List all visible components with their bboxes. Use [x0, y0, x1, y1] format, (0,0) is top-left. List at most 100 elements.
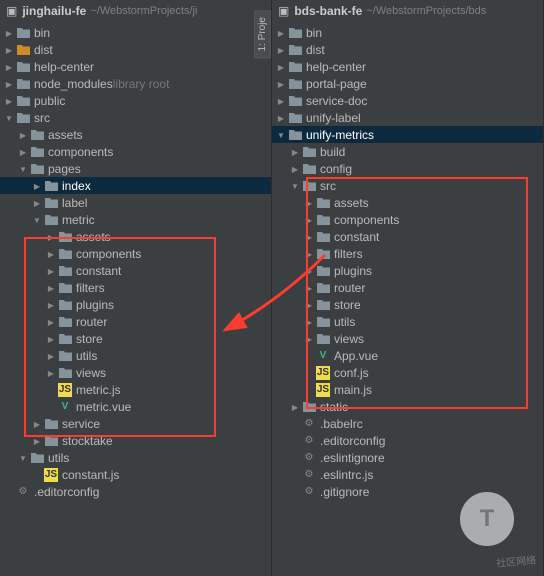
expand-arrow-icon[interactable]	[304, 215, 314, 225]
tree-node[interactable]: ⚙.editorconfig	[272, 432, 543, 449]
expand-arrow-icon[interactable]	[32, 215, 42, 225]
expand-arrow-icon[interactable]	[4, 28, 14, 38]
expand-arrow-icon[interactable]	[4, 113, 14, 123]
tree-node[interactable]: service-doc	[272, 92, 543, 109]
expand-arrow-icon[interactable]	[276, 45, 286, 55]
expand-arrow-icon[interactable]	[4, 96, 14, 106]
expand-arrow-icon[interactable]	[18, 147, 28, 157]
side-tab-project[interactable]: 1: Proje	[254, 10, 271, 58]
expand-arrow-icon[interactable]	[46, 300, 56, 310]
tree-node[interactable]: JSconstant.js	[0, 466, 271, 483]
tree-node[interactable]: utils	[0, 347, 271, 364]
expand-arrow-icon[interactable]	[304, 266, 314, 276]
expand-arrow-icon[interactable]	[304, 334, 314, 344]
tree-node[interactable]: ⚙.eslintignore	[272, 449, 543, 466]
tree-node[interactable]: components	[0, 143, 271, 160]
expand-arrow-icon[interactable]	[276, 113, 286, 123]
expand-arrow-icon[interactable]	[18, 453, 28, 463]
tree-node[interactable]: public	[0, 92, 271, 109]
tree-node[interactable]: unify-metrics	[272, 126, 543, 143]
tree-node[interactable]: assets	[0, 228, 271, 245]
tree-node[interactable]: build	[272, 143, 543, 160]
expand-arrow-icon[interactable]	[276, 62, 286, 72]
expand-arrow-icon[interactable]	[46, 232, 56, 242]
tree-node[interactable]: JSmetric.js	[0, 381, 271, 398]
expand-arrow-icon[interactable]	[46, 334, 56, 344]
tree-node[interactable]: ⚙.eslintrc.js	[272, 466, 543, 483]
expand-arrow-icon[interactable]	[32, 419, 42, 429]
tree-node[interactable]: src	[272, 177, 543, 194]
expand-arrow-icon[interactable]	[32, 198, 42, 208]
tree-node[interactable]: service	[0, 415, 271, 432]
expand-arrow-icon[interactable]	[276, 96, 286, 106]
expand-arrow-icon[interactable]	[46, 283, 56, 293]
tree-node[interactable]: dist	[272, 41, 543, 58]
tree-node[interactable]: store	[272, 296, 543, 313]
expand-arrow-icon[interactable]	[4, 62, 14, 72]
tree-node[interactable]: ⚙.gitignore	[272, 483, 543, 500]
expand-arrow-icon[interactable]	[46, 266, 56, 276]
expand-arrow-icon[interactable]	[304, 317, 314, 327]
expand-arrow-icon[interactable]	[46, 368, 56, 378]
project-header-right[interactable]: ▣ bds-bank-fe ~/WebstormProjects/bds	[272, 0, 543, 22]
tree-node[interactable]: JSmain.js	[272, 381, 543, 398]
expand-arrow-icon[interactable]	[276, 79, 286, 89]
tree-node[interactable]: views	[272, 330, 543, 347]
expand-arrow-icon[interactable]	[290, 181, 300, 191]
tree-node[interactable]: components	[0, 245, 271, 262]
expand-arrow-icon[interactable]	[304, 283, 314, 293]
expand-arrow-icon[interactable]	[18, 130, 28, 140]
tree-node[interactable]: assets	[0, 126, 271, 143]
tree-node[interactable]: portal-page	[272, 75, 543, 92]
expand-arrow-icon[interactable]	[290, 164, 300, 174]
expand-arrow-icon[interactable]	[290, 402, 300, 412]
tree-node[interactable]: plugins	[272, 262, 543, 279]
expand-arrow-icon[interactable]	[304, 232, 314, 242]
tree-node[interactable]: components	[272, 211, 543, 228]
tree-node[interactable]: Vmetric.vue	[0, 398, 271, 415]
tree-node[interactable]: bin	[0, 24, 271, 41]
tree-node[interactable]: ⚙.babelrc	[272, 415, 543, 432]
tree-node[interactable]: constant	[272, 228, 543, 245]
expand-arrow-icon[interactable]	[18, 164, 28, 174]
tree-node[interactable]: config	[272, 160, 543, 177]
tree-node[interactable]: filters	[272, 245, 543, 262]
project-header-left[interactable]: ▣ jinghailu-fe ~/WebstormProjects/ji	[0, 0, 271, 22]
tree-node[interactable]: static	[272, 398, 543, 415]
expand-arrow-icon[interactable]	[4, 45, 14, 55]
tree-node[interactable]: router	[272, 279, 543, 296]
expand-arrow-icon[interactable]	[32, 436, 42, 446]
expand-arrow-icon[interactable]	[4, 79, 14, 89]
tree-node[interactable]: router	[0, 313, 271, 330]
expand-arrow-icon[interactable]	[46, 351, 56, 361]
tree-node[interactable]: help-center	[272, 58, 543, 75]
tree-node[interactable]: views	[0, 364, 271, 381]
expand-arrow-icon[interactable]	[304, 249, 314, 259]
expand-arrow-icon[interactable]	[32, 181, 42, 191]
tree-node[interactable]: node_modules library root	[0, 75, 271, 92]
tree-node[interactable]: dist	[0, 41, 271, 58]
tree-node[interactable]: constant	[0, 262, 271, 279]
file-tree-left[interactable]: bindisthelp-centernode_modules library r…	[0, 22, 271, 502]
tree-node[interactable]: unify-label	[272, 109, 543, 126]
tree-node[interactable]: utils	[0, 449, 271, 466]
tree-node[interactable]: JSconf.js	[272, 364, 543, 381]
tree-node[interactable]: filters	[0, 279, 271, 296]
expand-arrow-icon[interactable]	[290, 147, 300, 157]
expand-arrow-icon[interactable]	[46, 249, 56, 259]
expand-arrow-icon[interactable]	[276, 130, 286, 140]
tree-node[interactable]: store	[0, 330, 271, 347]
tree-node[interactable]: plugins	[0, 296, 271, 313]
tree-node[interactable]: label	[0, 194, 271, 211]
tree-node[interactable]: assets	[272, 194, 543, 211]
expand-arrow-icon[interactable]	[304, 300, 314, 310]
tree-node[interactable]: stocktake	[0, 432, 271, 449]
tree-node[interactable]: utils	[272, 313, 543, 330]
expand-arrow-icon[interactable]	[304, 198, 314, 208]
tree-node[interactable]: src	[0, 109, 271, 126]
tree-node[interactable]: VApp.vue	[272, 347, 543, 364]
tree-node[interactable]: index	[0, 177, 271, 194]
tree-node[interactable]: help-center	[0, 58, 271, 75]
tree-node[interactable]: metric	[0, 211, 271, 228]
expand-arrow-icon[interactable]	[276, 28, 286, 38]
